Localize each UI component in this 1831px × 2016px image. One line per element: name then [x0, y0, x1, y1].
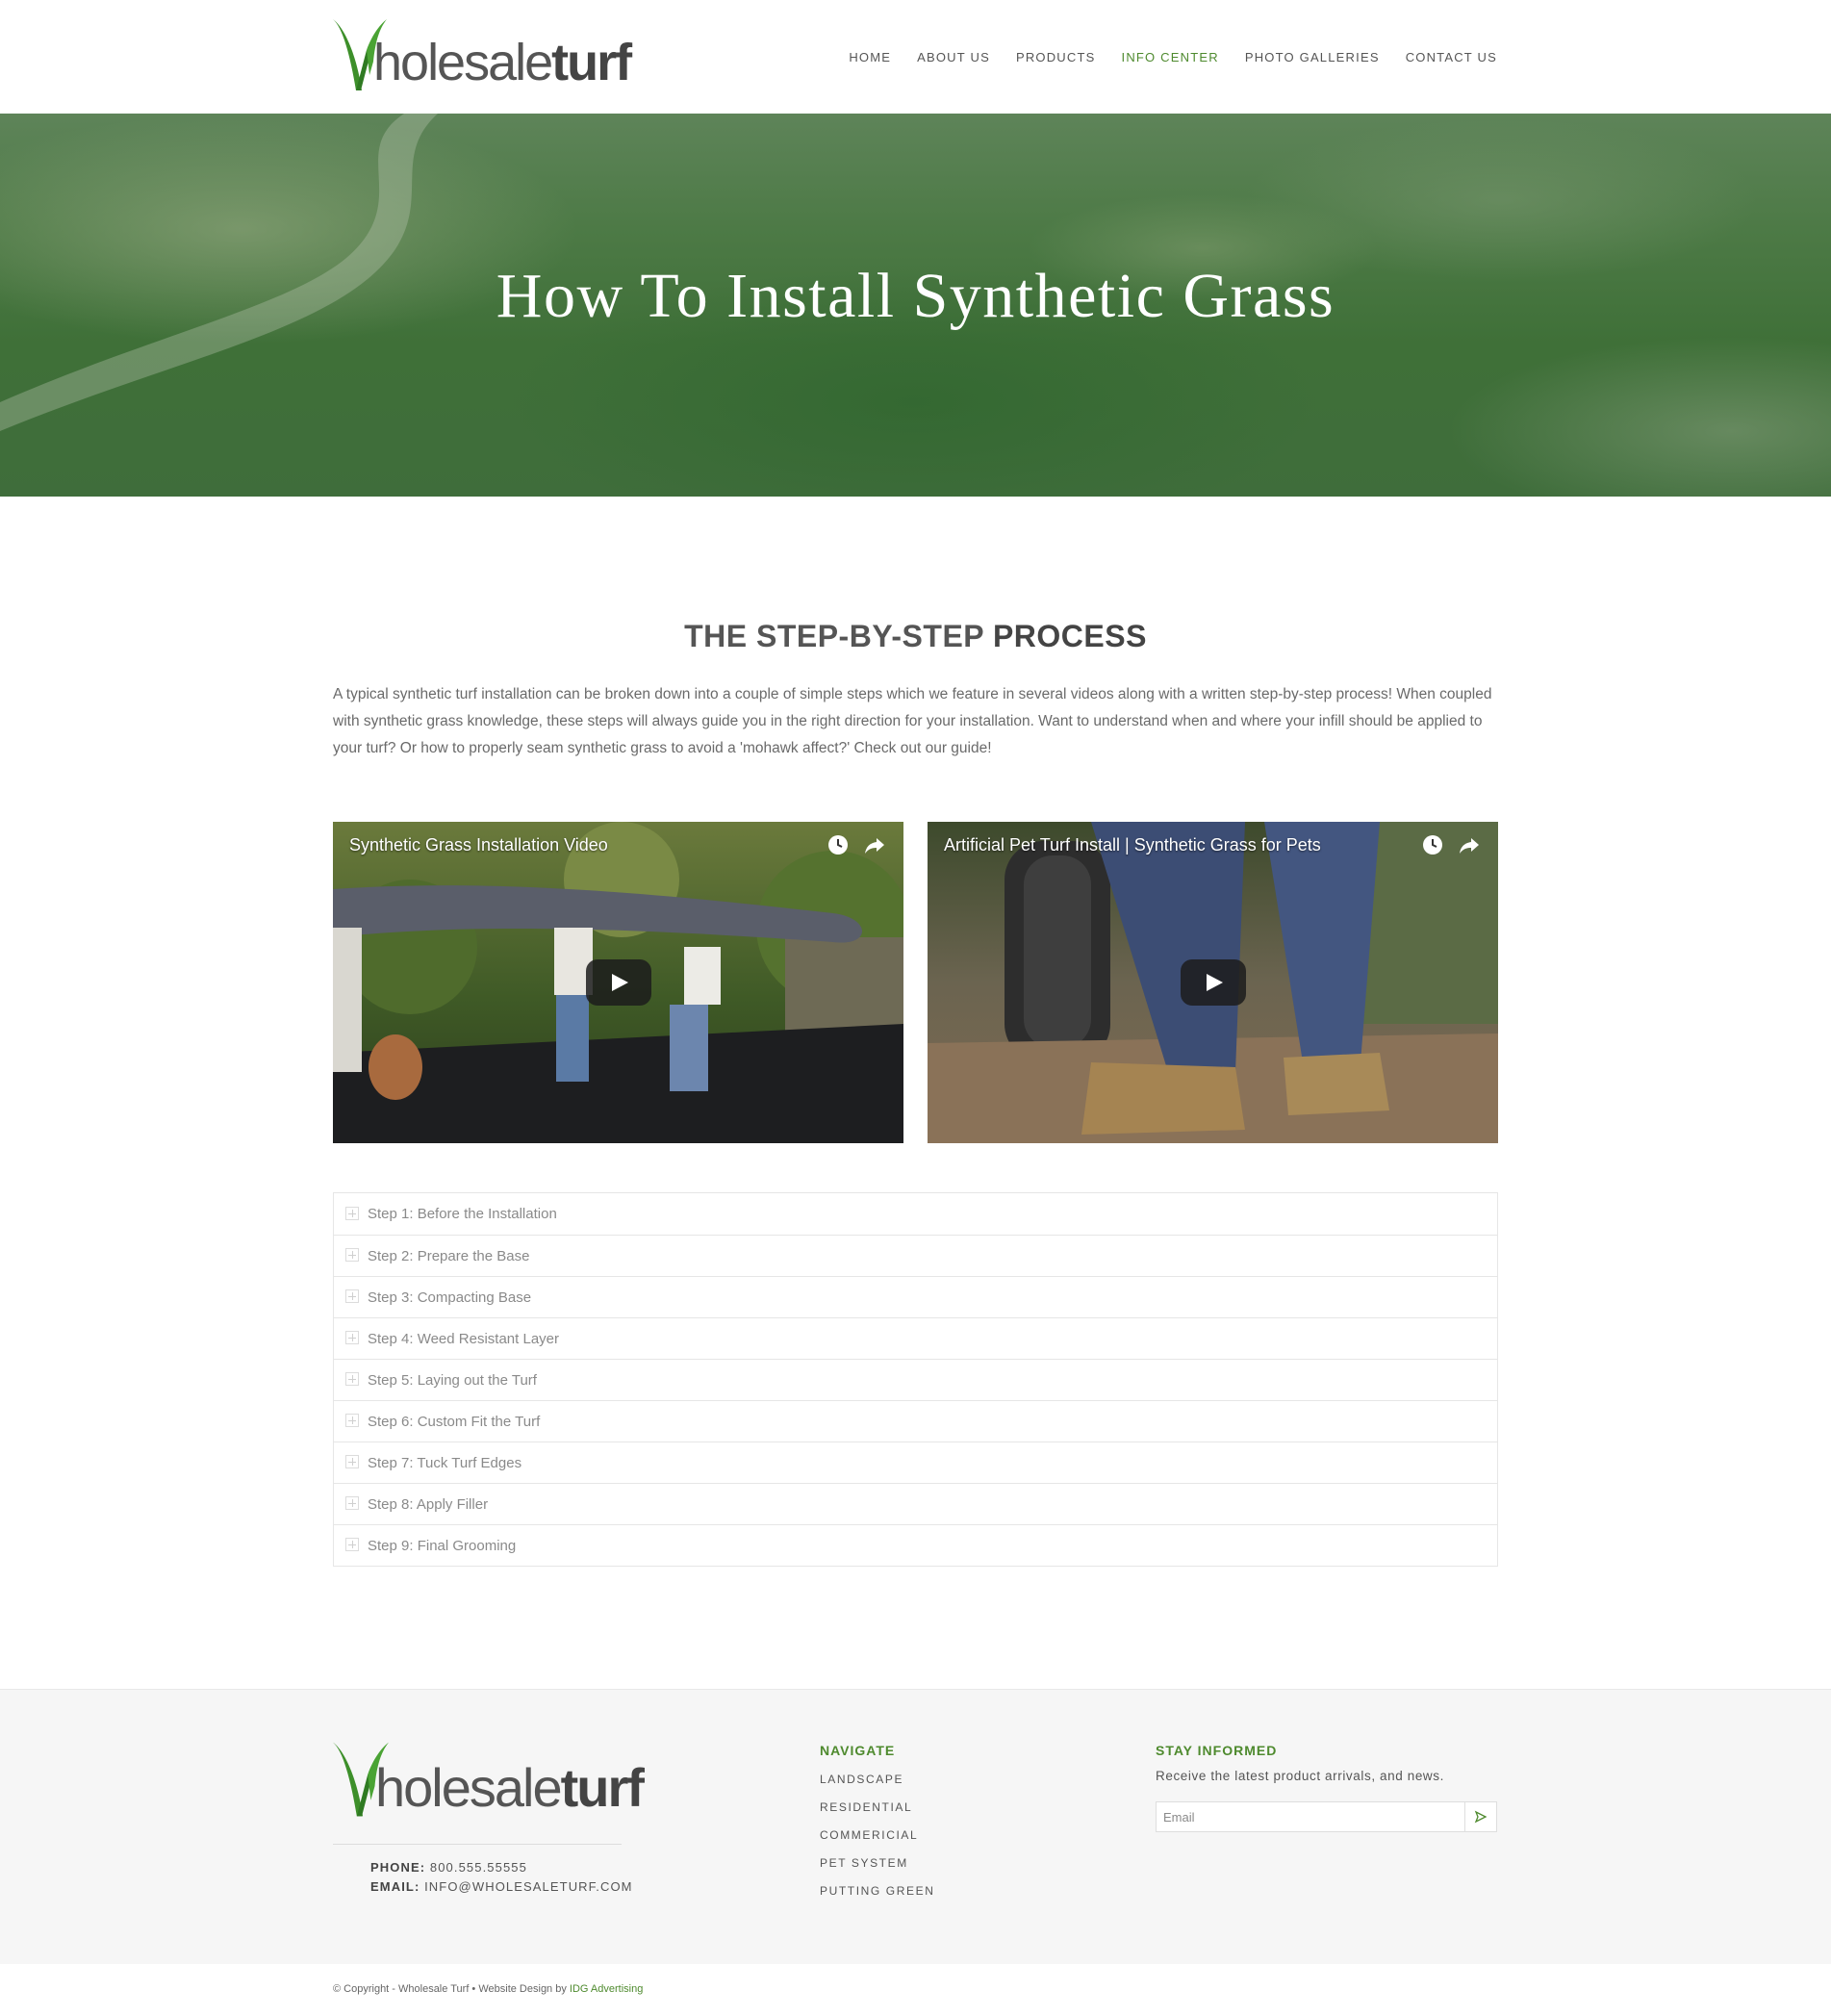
intro-paragraph: A typical synthetic turf installation ca…	[333, 686, 1492, 756]
video-title: Synthetic Grass Installation Video	[349, 835, 608, 855]
footer-logo[interactable]: holesaleturf	[333, 1740, 645, 1819]
section-title-bold: PROCESS	[992, 619, 1147, 653]
plus-icon	[345, 1248, 359, 1262]
plus-icon	[345, 1331, 359, 1344]
hero-banner: How To Install Synthetic Grass	[0, 114, 1831, 497]
accordion-step-label: Step 6: Custom Fit the Turf	[368, 1413, 541, 1430]
nav-products[interactable]: PRODUCTS	[1016, 50, 1096, 64]
email-address[interactable]: INFO@WHOLESALETURF.COM	[424, 1879, 633, 1894]
main-nav: HOME ABOUT US PRODUCTS INFO CENTER PHOTO…	[823, 50, 1497, 64]
footer-divider	[333, 1844, 622, 1845]
footer-link-pet-system[interactable]: PET SYSTEM	[820, 1856, 934, 1884]
plus-icon	[345, 1496, 359, 1510]
phone-number[interactable]: 800.555.55555	[430, 1860, 527, 1875]
accordion-step-7[interactable]: Step 7: Tuck Turf Edges	[334, 1442, 1497, 1483]
video-player-pet-turf[interactable]: Artificial Pet Turf Install | Synthetic …	[928, 822, 1498, 1143]
plus-icon	[345, 1372, 359, 1386]
newsletter-submit-button[interactable]	[1464, 1802, 1496, 1831]
logo-text: holesale	[375, 1757, 563, 1818]
clock-icon[interactable]	[826, 833, 850, 856]
share-icon[interactable]	[1458, 833, 1481, 856]
newsletter-email-input[interactable]	[1157, 1802, 1464, 1831]
copyright-text: © Copyright - Wholesale Turf • Website D…	[333, 1983, 570, 1995]
send-arrow-icon	[1474, 1810, 1488, 1824]
steps-accordion: Step 1: Before the Installation Step 2: …	[333, 1192, 1498, 1567]
site-header: holesaleturf HOME ABOUT US PRODUCTS INFO…	[0, 0, 1831, 114]
phone-label: PHONE:	[370, 1860, 426, 1875]
accordion-step-label: Step 2: Prepare the Base	[368, 1247, 530, 1264]
accordion-step-label: Step 5: Laying out the Turf	[368, 1371, 537, 1389]
clock-icon[interactable]	[1421, 833, 1444, 856]
accordion-step-label: Step 3: Compacting Base	[368, 1289, 532, 1306]
footer-link-putting-green[interactable]: PUTTING GREEN	[820, 1884, 934, 1912]
logo-text: holesale	[373, 34, 553, 91]
accordion-step-2[interactable]: Step 2: Prepare the Base	[334, 1235, 1497, 1276]
footer-link-landscape[interactable]: LANDSCAPE	[820, 1773, 934, 1800]
accordion-step-6[interactable]: Step 6: Custom Fit the Turf	[334, 1400, 1497, 1442]
accordion-step-8[interactable]: Step 8: Apply Filler	[334, 1483, 1497, 1524]
accordion-step-5[interactable]: Step 5: Laying out the Turf	[334, 1359, 1497, 1400]
plus-icon	[345, 1455, 359, 1468]
section-title: THE STEP-BY-STEP PROCESS	[0, 619, 1831, 654]
accordion-step-label: Step 7: Tuck Turf Edges	[368, 1454, 522, 1471]
nav-info-center[interactable]: INFO CENTER	[1122, 50, 1219, 64]
nav-home[interactable]: HOME	[849, 50, 891, 64]
play-button[interactable]	[586, 959, 651, 1006]
accordion-step-label: Step 9: Final Grooming	[368, 1537, 517, 1554]
section-title-light: THE STEP-BY-STEP	[684, 619, 993, 653]
footer-link-residential[interactable]: RESIDENTIAL	[820, 1800, 934, 1828]
footer-nav: LANDSCAPE RESIDENTIAL COMMERICIAL PET SY…	[820, 1773, 934, 1912]
copyright: © Copyright - Wholesale Turf • Website D…	[333, 1983, 643, 1995]
accordion-step-1[interactable]: Step 1: Before the Installation	[334, 1193, 1497, 1235]
logo-text-bold: turf	[560, 1757, 645, 1818]
contact-info: PHONE: 800.555.55555 EMAIL: INFO@WHOLESA…	[370, 1858, 633, 1897]
video-title: Artificial Pet Turf Install | Synthetic …	[944, 835, 1321, 855]
accordion-step-label: Step 4: Weed Resistant Layer	[368, 1330, 559, 1347]
plus-icon	[345, 1538, 359, 1551]
accordion-step-4[interactable]: Step 4: Weed Resistant Layer	[334, 1317, 1497, 1359]
nav-contact-us[interactable]: CONTACT US	[1406, 50, 1497, 64]
share-icon[interactable]	[863, 833, 886, 856]
designer-link[interactable]: IDG Advertising	[570, 1983, 643, 1995]
accordion-step-9[interactable]: Step 9: Final Grooming	[334, 1524, 1497, 1566]
stay-informed-text: Receive the latest product arrivals, and…	[1156, 1769, 1444, 1783]
nav-photo-galleries[interactable]: PHOTO GALLERIES	[1245, 50, 1380, 64]
newsletter-form	[1156, 1801, 1497, 1832]
plus-icon	[345, 1289, 359, 1303]
email-label: EMAIL:	[370, 1879, 420, 1894]
logo-text-bold: turf	[551, 34, 632, 91]
nav-about-us[interactable]: ABOUT US	[917, 50, 990, 64]
footer-link-commericial[interactable]: COMMERICIAL	[820, 1828, 934, 1856]
play-button[interactable]	[1181, 959, 1246, 1006]
accordion-step-label: Step 8: Apply Filler	[368, 1495, 489, 1513]
accordion-step-3[interactable]: Step 3: Compacting Base	[334, 1276, 1497, 1317]
site-footer: holesaleturf PHONE: 800.555.55555 EMAIL:…	[0, 1689, 1831, 1964]
plus-icon	[345, 1206, 359, 1220]
site-logo[interactable]: holesaleturf	[333, 17, 632, 92]
plus-icon	[345, 1414, 359, 1427]
stay-informed-title: STAY INFORMED	[1156, 1743, 1278, 1758]
accordion-step-label: Step 1: Before the Installation	[368, 1206, 557, 1222]
page-title: How To Install Synthetic Grass	[496, 261, 1335, 331]
video-player-installation[interactable]: Synthetic Grass Installation Video	[333, 822, 903, 1143]
navigate-title: NAVIGATE	[820, 1743, 896, 1758]
